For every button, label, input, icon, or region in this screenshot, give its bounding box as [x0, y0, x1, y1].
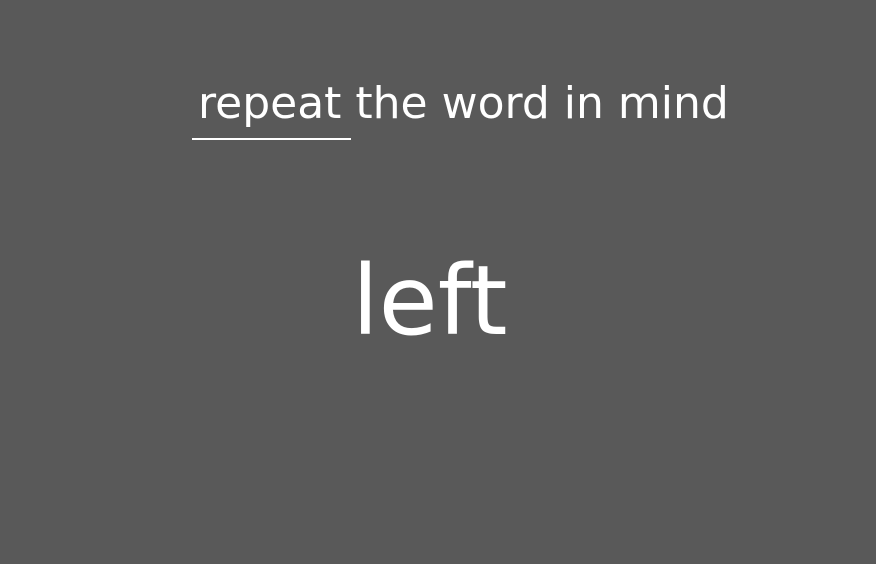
stimulus-word: left: [352, 245, 508, 357]
emphasis-underline: [192, 138, 352, 140]
instruction-emphasis-word: repeat: [198, 78, 342, 129]
instruction-text: repeat the word in mind: [192, 78, 729, 140]
instruction-emphasis: repeat: [192, 78, 352, 140]
task-screen: repeat the word in mind left: [0, 0, 876, 564]
instruction-rest: the word in mind: [355, 78, 729, 129]
